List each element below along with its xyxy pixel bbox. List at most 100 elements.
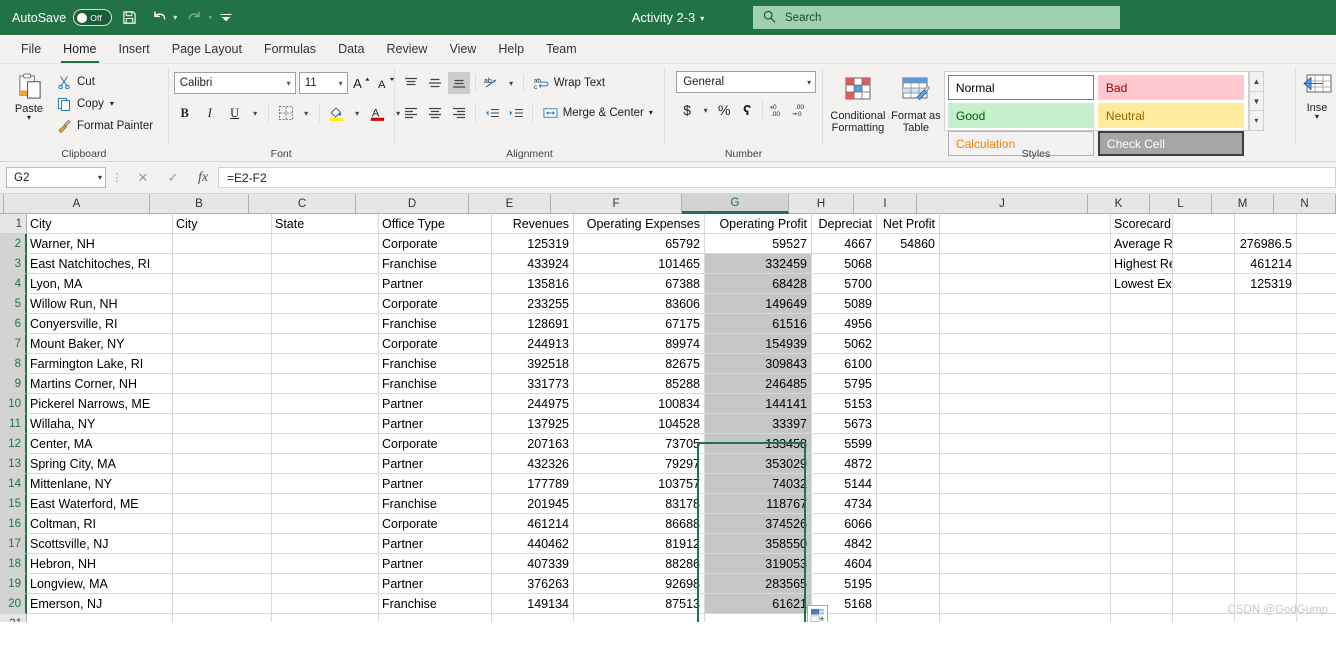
row-header-5[interactable]: 5: [0, 294, 27, 314]
cell-I17[interactable]: [877, 534, 940, 554]
cell-H5[interactable]: 5089: [812, 294, 877, 314]
cell-F16[interactable]: 86688: [574, 514, 705, 534]
cell-N5[interactable]: [1297, 294, 1336, 314]
customize-quick-access-icon[interactable]: [216, 5, 236, 31]
cell-D2[interactable]: Corporate: [379, 234, 492, 254]
cell-E14[interactable]: 177789: [492, 474, 574, 494]
cell-K8[interactable]: [1111, 354, 1173, 374]
cell-N13[interactable]: [1297, 454, 1336, 474]
column-header-c[interactable]: C: [249, 194, 356, 214]
decrease-indent-icon[interactable]: [481, 102, 503, 124]
cell-D9[interactable]: Franchise: [379, 374, 492, 394]
cell-G20[interactable]: 61621: [705, 594, 812, 614]
cell-E20[interactable]: 149134: [492, 594, 574, 614]
document-title[interactable]: Activity 2-3: [632, 10, 696, 25]
tab-view[interactable]: View: [438, 37, 487, 63]
cell-K3[interactable]: Highest Revenue: [1111, 254, 1173, 274]
merge-center-button[interactable]: Merge & Center ▾: [538, 102, 658, 124]
fill-color-dropdown-icon[interactable]: ▾: [351, 102, 364, 124]
cell-I12[interactable]: [877, 434, 940, 454]
cell-L14[interactable]: [1173, 474, 1235, 494]
cell-I5[interactable]: [877, 294, 940, 314]
cell-G12[interactable]: 133458: [705, 434, 812, 454]
cell-K1[interactable]: Scorecard: [1111, 214, 1173, 234]
cell-H11[interactable]: 5673: [812, 414, 877, 434]
quick-analysis-button[interactable]: [807, 605, 828, 622]
cell-N2[interactable]: [1297, 234, 1336, 254]
cell-G19[interactable]: 283565: [705, 574, 812, 594]
paste-button[interactable]: Paste ▾: [5, 67, 53, 122]
row-header-3[interactable]: 3: [0, 254, 27, 274]
cell-I4[interactable]: [877, 274, 940, 294]
cell-K10[interactable]: [1111, 394, 1173, 414]
cell-E13[interactable]: 432326: [492, 454, 574, 474]
row-header-8[interactable]: 8: [0, 354, 27, 374]
align-left-icon[interactable]: [400, 102, 422, 124]
cell-M10[interactable]: [1235, 394, 1297, 414]
cell-I16[interactable]: [877, 514, 940, 534]
cell-F5[interactable]: 83606: [574, 294, 705, 314]
cell-K4[interactable]: Lowest Expenses: [1111, 274, 1173, 294]
font-size-select[interactable]: 11 ▾: [298, 72, 348, 94]
cell-K21[interactable]: [1111, 614, 1173, 622]
cell-N16[interactable]: [1297, 514, 1336, 534]
cell-N15[interactable]: [1297, 494, 1336, 514]
undo-icon[interactable]: [146, 5, 172, 31]
cell-E12[interactable]: 207163: [492, 434, 574, 454]
cell-G1[interactable]: Operating Profit: [705, 214, 812, 234]
styles-more-icon[interactable]: ▾: [1250, 111, 1263, 130]
column-header-k[interactable]: K: [1088, 194, 1150, 214]
cell-style-normal[interactable]: Normal: [947, 75, 1094, 100]
cell-B21[interactable]: [173, 614, 272, 622]
cell-G15[interactable]: 118767: [705, 494, 812, 514]
cell-A3[interactable]: East Natchitoches, RI: [27, 254, 173, 274]
cell-M5[interactable]: [1235, 294, 1297, 314]
format-as-table-button[interactable]: Format as Table: [888, 71, 944, 134]
row-header-18[interactable]: 18: [0, 554, 27, 574]
cell-K14[interactable]: [1111, 474, 1173, 494]
cell-style-bad[interactable]: Bad: [1097, 75, 1244, 100]
cell-L1[interactable]: [1173, 214, 1235, 234]
tab-insert[interactable]: Insert: [108, 37, 161, 63]
cell-F14[interactable]: 103757: [574, 474, 705, 494]
cell-L21[interactable]: [1173, 614, 1235, 622]
cell-L16[interactable]: [1173, 514, 1235, 534]
cell-I18[interactable]: [877, 554, 940, 574]
comma-style-icon[interactable]: ʕ: [736, 99, 758, 121]
cell-J3[interactable]: [940, 254, 1111, 274]
name-box[interactable]: G2 ▾: [6, 167, 106, 188]
cell-C14[interactable]: [272, 474, 379, 494]
cell-M18[interactable]: [1235, 554, 1297, 574]
italic-button[interactable]: I: [199, 102, 221, 124]
cell-C17[interactable]: [272, 534, 379, 554]
insert-cells-dropdown-icon[interactable]: ▾: [1315, 113, 1319, 121]
document-title-caret-icon[interactable]: ▾: [700, 14, 704, 23]
tab-data[interactable]: Data: [327, 37, 375, 63]
cell-styles-gallery[interactable]: Normal Bad Good Neutral Calculation Chec…: [943, 71, 1249, 156]
cell-N17[interactable]: [1297, 534, 1336, 554]
bold-button[interactable]: B: [174, 102, 196, 124]
cell-G6[interactable]: 61516: [705, 314, 812, 334]
cell-M9[interactable]: [1235, 374, 1297, 394]
cell-H3[interactable]: 5068: [812, 254, 877, 274]
cell-B13[interactable]: [173, 454, 272, 474]
cell-H16[interactable]: 6066: [812, 514, 877, 534]
cell-J19[interactable]: [940, 574, 1111, 594]
percent-style-icon[interactable]: %: [713, 99, 735, 121]
cell-F1[interactable]: Operating Expenses: [574, 214, 705, 234]
save-icon[interactable]: [116, 5, 142, 31]
cell-K20[interactable]: [1111, 594, 1173, 614]
cell-K2[interactable]: Average Revenue: [1111, 234, 1173, 254]
cell-N10[interactable]: [1297, 394, 1336, 414]
cell-L8[interactable]: [1173, 354, 1235, 374]
cell-M1[interactable]: [1235, 214, 1297, 234]
cell-H2[interactable]: 4667: [812, 234, 877, 254]
cell-N19[interactable]: [1297, 574, 1336, 594]
column-header-n[interactable]: N: [1274, 194, 1336, 214]
formula-input[interactable]: =E2-F2: [218, 167, 1336, 188]
cell-N12[interactable]: [1297, 434, 1336, 454]
cell-B11[interactable]: [173, 414, 272, 434]
cell-J21[interactable]: [940, 614, 1111, 622]
cell-F11[interactable]: 104528: [574, 414, 705, 434]
cell-J13[interactable]: [940, 454, 1111, 474]
